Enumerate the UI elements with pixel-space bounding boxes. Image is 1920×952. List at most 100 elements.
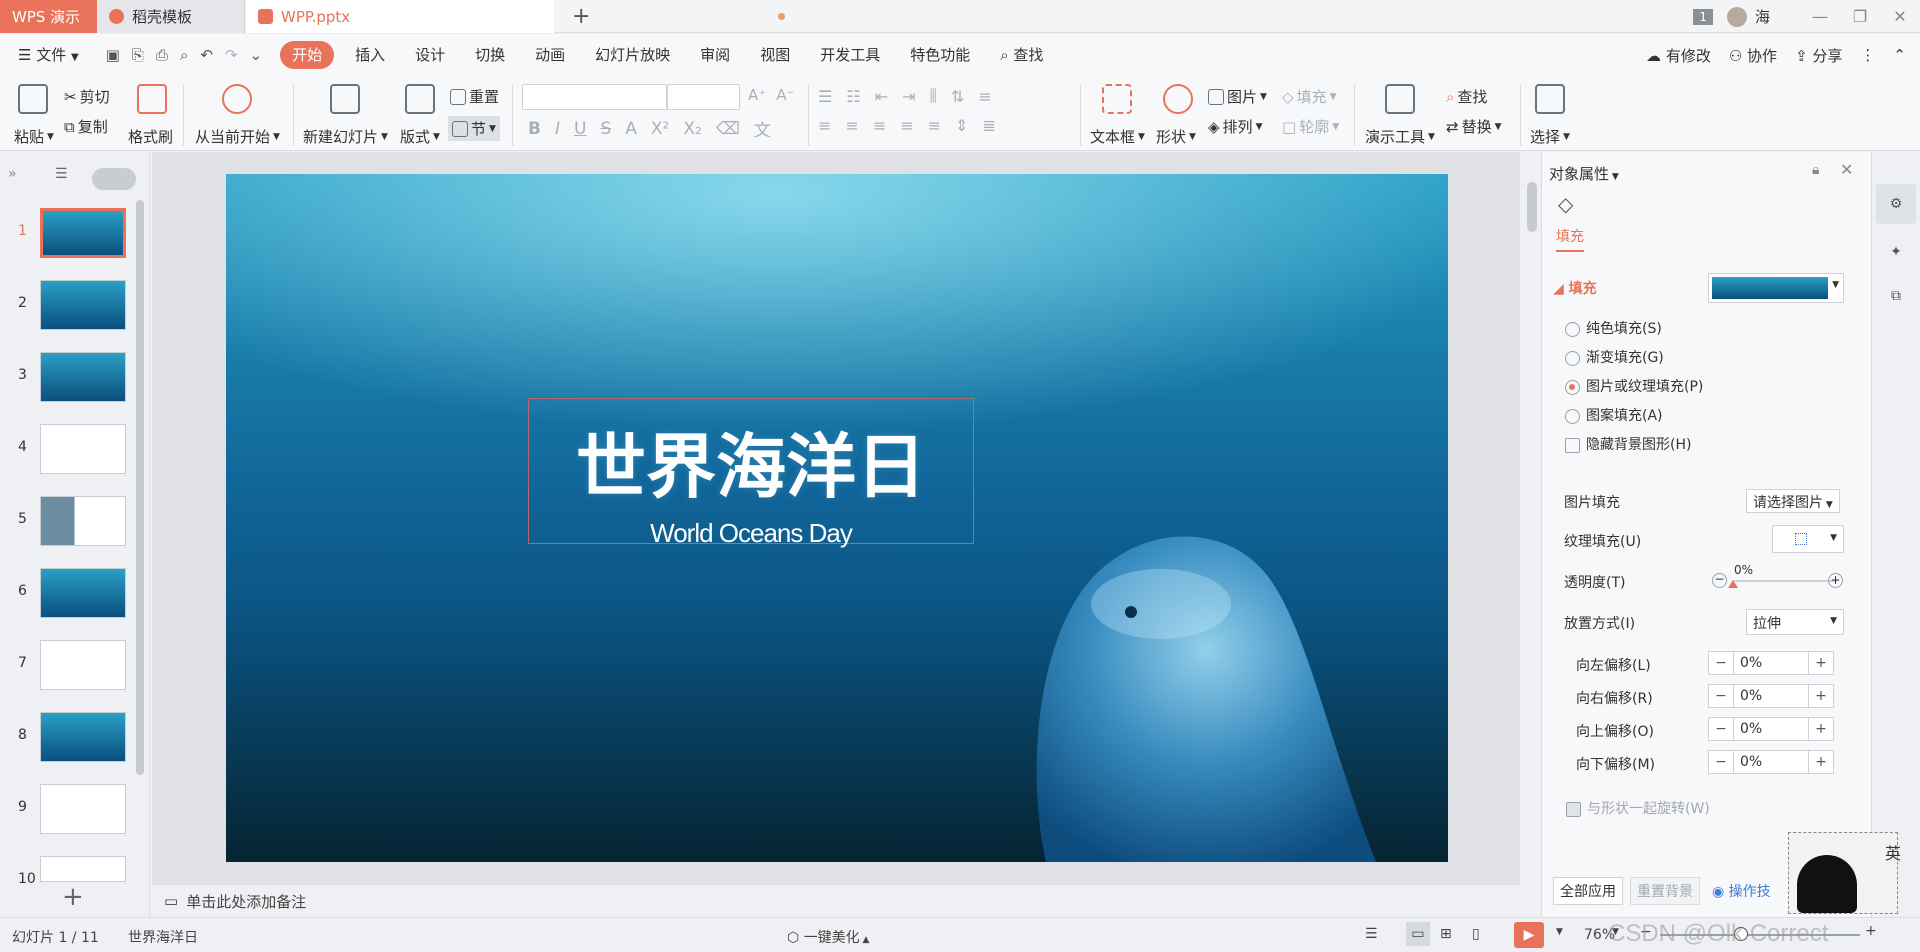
slide-thumbnail[interactable]: [40, 640, 126, 690]
font-color-icon[interactable]: A: [625, 119, 637, 139]
picture-fill-select[interactable]: 请选择图片 ▼: [1746, 489, 1840, 513]
slide-thumbnail[interactable]: [40, 568, 126, 618]
outline-button[interactable]: □ 轮廓 ▼: [1282, 116, 1339, 137]
text-box-button[interactable]: 文本框 ▼: [1090, 126, 1145, 147]
select-button[interactable]: 选择 ▼: [1530, 126, 1570, 147]
paragraph-spacing-icon[interactable]: ≣: [982, 116, 995, 135]
slide-subtitle[interactable]: World Oceans Day: [529, 518, 973, 549]
shape-button[interactable]: 形状 ▼: [1156, 126, 1196, 147]
offset-right-stepper[interactable]: −0% +: [1708, 684, 1834, 708]
subscript-icon[interactable]: X₂: [683, 119, 701, 139]
apply-all-button[interactable]: 全部应用: [1553, 877, 1623, 905]
bullets-icon[interactable]: ☰: [818, 87, 832, 106]
align-left-icon[interactable]: ≡: [818, 116, 831, 135]
checkbox-rotate-with-shape[interactable]: 与形状一起旋转(W): [1566, 798, 1710, 818]
align-center-icon[interactable]: ≡: [845, 116, 858, 135]
radio-picture-fill[interactable]: 图片或纹理填充(P): [1565, 376, 1703, 396]
minus-icon[interactable]: −: [1709, 688, 1733, 704]
find-button[interactable]: ⌕ 查找: [1446, 86, 1487, 107]
tips-link[interactable]: ◉ 操作技: [1712, 881, 1771, 901]
slide-switch-icon[interactable]: ⧉: [1876, 276, 1916, 316]
normal-view-icon[interactable]: ▭: [1406, 922, 1430, 946]
placement-select[interactable]: 拉伸 ▼: [1746, 609, 1844, 635]
search-button[interactable]: ⌕ 查找: [985, 41, 1058, 69]
slide-thumbnail[interactable]: [40, 352, 126, 402]
offset-top-stepper[interactable]: −0% +: [1708, 717, 1834, 741]
justify-icon[interactable]: ≡: [900, 116, 913, 135]
slide-thumbnail[interactable]: [40, 496, 126, 546]
radio-pattern-fill[interactable]: 图案填充(A): [1565, 405, 1663, 425]
cut-button[interactable]: ✂ 剪切: [64, 86, 110, 107]
italic-icon[interactable]: I: [555, 119, 560, 139]
properties-icon[interactable]: ⚙: [1876, 184, 1916, 224]
numbering-icon[interactable]: ☷: [846, 87, 860, 106]
reset-button[interactable]: 重置: [450, 86, 499, 107]
expand-panel-icon[interactable]: »: [8, 166, 17, 182]
fill-preview-select[interactable]: ▼: [1708, 273, 1844, 303]
share-button[interactable]: ⇪ 分享: [1795, 45, 1842, 66]
strikethrough-icon[interactable]: S: [600, 119, 611, 139]
animation-icon[interactable]: ✦: [1876, 232, 1916, 272]
transparency-plus-icon[interactable]: +: [1828, 573, 1843, 588]
title-text-box[interactable]: 世界海洋日 World Oceans Day: [528, 398, 974, 548]
minus-icon[interactable]: −: [1709, 754, 1733, 770]
plus-icon[interactable]: +: [1809, 754, 1833, 770]
slide-thumbnail[interactable]: [40, 208, 126, 258]
slide-thumbnail[interactable]: [40, 424, 126, 474]
menu-tab-special[interactable]: 特色功能: [895, 41, 985, 69]
minus-icon[interactable]: −: [1709, 655, 1733, 671]
from-current-button[interactable]: 从当前开始 ▼: [195, 126, 280, 147]
vertical-align-icon[interactable]: ⇕: [955, 116, 968, 135]
add-slide-icon[interactable]: +: [62, 882, 84, 912]
modified-button[interactable]: ☁ 有修改: [1646, 45, 1711, 66]
export-icon[interactable]: ⎘: [132, 46, 144, 64]
slide-thumbnail[interactable]: [40, 280, 126, 330]
tab-document[interactable]: WPP.pptx: [246, 0, 785, 33]
new-slide-button[interactable]: 新建幻灯片 ▼: [303, 126, 388, 147]
menu-tab-transition[interactable]: 切换: [460, 41, 520, 69]
clear-format-icon[interactable]: ⌫: [716, 119, 740, 139]
unsaved-dot-icon[interactable]: [778, 13, 785, 20]
current-slide[interactable]: 世界海洋日 World Oceans Day: [226, 174, 1448, 862]
increase-font-icon[interactable]: A⁺: [748, 86, 766, 104]
panel-title[interactable]: 对象属性 ▼: [1549, 163, 1619, 184]
close-panel-icon[interactable]: ✕: [1840, 160, 1853, 179]
copy-button[interactable]: ⧉ 复制: [64, 116, 108, 137]
sorter-view-icon[interactable]: ⊞: [1440, 926, 1452, 942]
font-size-select[interactable]: [667, 84, 740, 110]
replace-button[interactable]: ⇄ 替换 ▼: [1446, 116, 1502, 137]
menu-tab-developer[interactable]: 开发工具: [805, 41, 895, 69]
offset-bottom-stepper[interactable]: −0% +: [1708, 750, 1834, 774]
minimize-icon[interactable]: —: [1800, 7, 1840, 26]
undo-icon[interactable]: ↶: [200, 46, 213, 64]
menu-tab-view[interactable]: 视图: [745, 41, 805, 69]
window-count-badge[interactable]: 1: [1693, 8, 1713, 25]
superscript-icon[interactable]: X²: [651, 119, 669, 139]
paste-button[interactable]: 粘贴 ▼: [14, 126, 54, 147]
presenter-tools-button[interactable]: 演示工具 ▼: [1365, 126, 1435, 147]
new-tab-icon[interactable]: +: [572, 4, 590, 29]
chevron-down-icon[interactable]: ▼: [1556, 927, 1563, 937]
fill-button[interactable]: ◇ 填充 ▼: [1282, 86, 1336, 107]
increase-indent-icon[interactable]: ⇥: [902, 87, 915, 106]
thumbnail-scrollbar[interactable]: [136, 200, 144, 775]
menu-tab-insert[interactable]: 插入: [340, 41, 400, 69]
transparency-minus-icon[interactable]: −: [1712, 573, 1727, 588]
transparency-slider[interactable]: [1733, 580, 1837, 582]
tab-template[interactable]: 稻壳模板: [97, 0, 245, 33]
menu-tab-review[interactable]: 审阅: [685, 41, 745, 69]
slide-title[interactable]: 世界海洋日: [529, 411, 973, 512]
ime-indicator[interactable]: 英: [1885, 840, 1901, 864]
distribute-icon[interactable]: ≡: [928, 116, 941, 135]
plus-icon[interactable]: +: [1809, 655, 1833, 671]
line-spacing-icon[interactable]: ≡: [978, 87, 991, 106]
restore-icon[interactable]: ❐: [1840, 7, 1880, 26]
decrease-font-icon[interactable]: A⁻: [776, 86, 794, 104]
print-icon[interactable]: ⎙: [156, 46, 168, 64]
slide-thumbnail[interactable]: [40, 784, 126, 834]
plus-icon[interactable]: +: [1809, 688, 1833, 704]
phonetic-icon[interactable]: 文: [754, 116, 771, 141]
reading-view-icon[interactable]: ▯: [1472, 926, 1480, 942]
beautify-button[interactable]: ⬡ 一键美化 ▲: [787, 927, 869, 947]
user-name[interactable]: 海: [1755, 6, 1770, 27]
